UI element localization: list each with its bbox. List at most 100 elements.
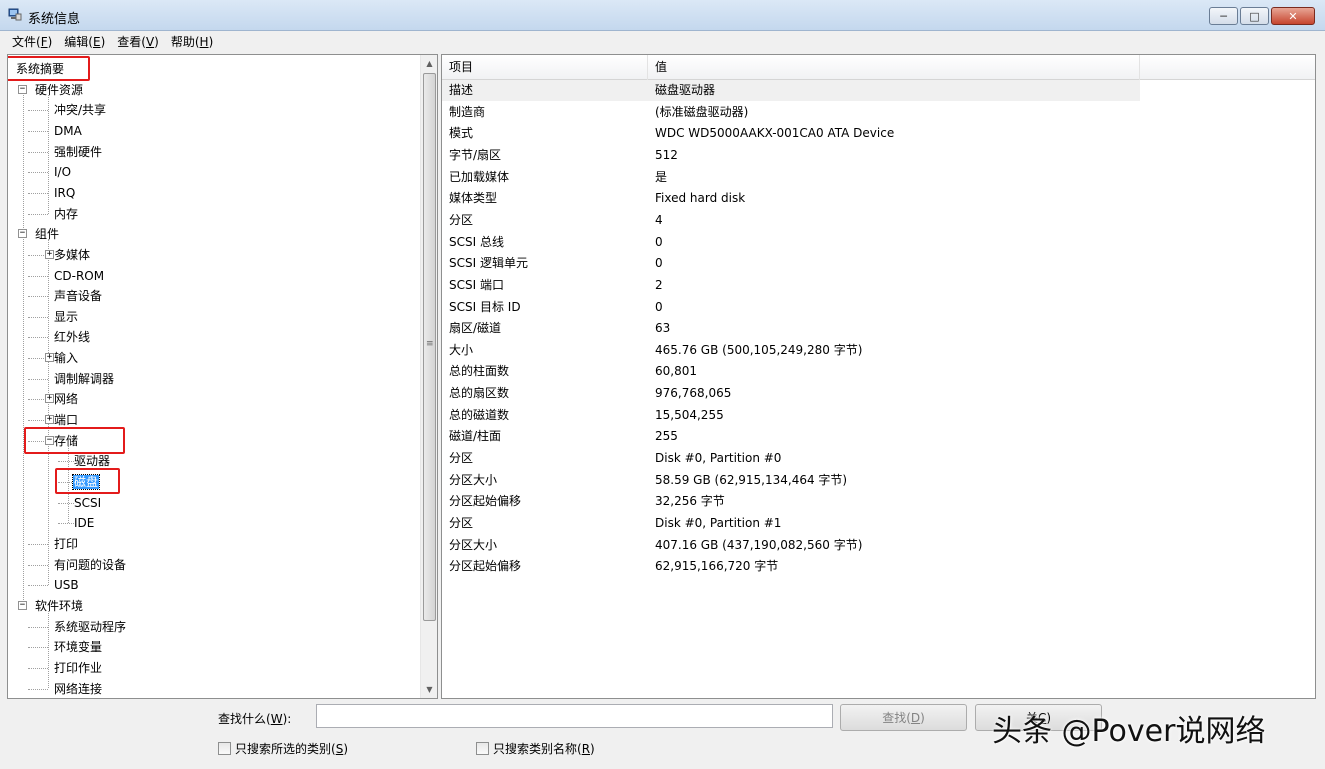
search-selected-category-checkbox[interactable] [218, 742, 231, 755]
list-row[interactable]: 总的磁道数 15,504,255 [442, 405, 1315, 426]
tree-item-7cfb7edf64588981[interactable]: 系统摘要 [15, 59, 65, 79]
tree-item-7ea259167ebf[interactable]: 红外线 [53, 327, 91, 347]
tree-connector [28, 585, 48, 587]
value-cell: 0 [655, 299, 663, 314]
list-row[interactable]: 字节/扇区 512 [442, 145, 1315, 166]
system-info-icon [8, 8, 22, 21]
column-header-item[interactable]: 项目 [442, 55, 648, 80]
search-selected-category-option[interactable]: 只搜索所选的类别(S) [218, 740, 348, 757]
tree-item-591a5a924f53[interactable]: 多媒体 [53, 245, 91, 265]
list-row[interactable]: 描述 磁盘驱动器 [442, 80, 1140, 101]
tree-connector [28, 667, 48, 669]
tree-item-494445[interactable]: IDE [73, 513, 95, 533]
list-row[interactable]: SCSI 端口 2 [442, 275, 1315, 296]
expand-icon[interactable]: + [45, 415, 54, 425]
tree-item-label: 输入 [54, 351, 79, 366]
list-row[interactable]: 分区起始偏移 62,915,166,720 字节 [442, 556, 1315, 577]
list-row[interactable]: 制造商 (标准磁盘驱动器) [442, 102, 1315, 123]
collapse-icon[interactable]: − [18, 229, 27, 239]
find-button[interactable]: 查找(D) [840, 704, 967, 731]
tree-connector [28, 130, 48, 132]
menu-edit[interactable]: 编辑(E) [58, 33, 111, 50]
tree-item-label: DMA [54, 123, 82, 138]
tree-item-7aef53e3[interactable]: 端口 [53, 410, 79, 430]
list-row[interactable]: 大小 465.76 GB (500,105,249,280 字节) [442, 340, 1315, 361]
list-row[interactable]: 分区 Disk #0, Partition #0 [442, 448, 1315, 469]
tree-item-label: 调制解调器 [54, 371, 115, 386]
tree-scrollbar[interactable]: ▲ ≡ ▼ [420, 55, 437, 698]
tree-item-8f6f4ef673af5883[interactable]: 软件环境 [34, 596, 84, 616]
tree-item-555342[interactable]: USB [53, 575, 80, 595]
item-cell: 分区大小 [449, 472, 498, 487]
details-list[interactable]: 项目 值 描述 磁盘驱动器 制造商 (标准磁盘驱动器) 模式 WDC WD5000AAKX… [441, 54, 1316, 699]
scroll-down-arrow-icon[interactable]: ▼ [421, 681, 437, 698]
minimize-button[interactable]: ─ [1209, 7, 1238, 25]
tree-item-51b27a812f51714eab[interactable]: 冲突/共享 [53, 100, 107, 120]
list-row[interactable]: SCSI 总线 0 [442, 232, 1315, 253]
list-row[interactable]: 媒体类型 Fixed hard disk [442, 188, 1315, 209]
value-cell: 32,256 字节 [655, 494, 725, 509]
tree-item-7f517edc8fde63a5[interactable]: 网络连接 [53, 679, 103, 699]
tree-item-7f517edc[interactable]: 网络 [53, 389, 79, 409]
search-category-names-checkbox[interactable] [476, 742, 489, 755]
tree-item-7ec44ef6[interactable]: 组件 [34, 224, 60, 244]
tree-item-444d41[interactable]: DMA [53, 121, 83, 141]
scroll-thumb[interactable]: ≡ [423, 73, 436, 621]
tree-item-7cfb7edf9a7152a87a0b5e8f[interactable]: 系统驱动程序 [53, 617, 127, 637]
column-header-value[interactable]: 值 [648, 55, 1140, 80]
tree-item-8f935165[interactable]: 输入 [53, 348, 79, 368]
menu-file[interactable]: 文件(F) [6, 33, 58, 50]
list-row[interactable]: 总的扇区数 976,768,065 [442, 383, 1315, 404]
list-row[interactable]: 分区大小 407.16 GB (437,190,082,560 字节) [442, 535, 1315, 556]
tree-item-58f097f38bbe5907[interactable]: 声音设备 [53, 286, 103, 306]
search-input[interactable] [316, 704, 833, 728]
list-row[interactable]: 分区起始偏移 32,256 字节 [442, 491, 1315, 512]
list-row[interactable]: 分区大小 58.59 GB (62,915,134,464 字节) [442, 470, 1315, 491]
tree-item-492f4f[interactable]: I/O [53, 162, 72, 182]
scroll-up-arrow-icon[interactable]: ▲ [421, 55, 437, 72]
tree-item-663e793a[interactable]: 显示 [53, 307, 79, 327]
client-area: 系统摘要 硬件资源 − 冲突/共享 DMA 强制硬件 I/O IRQ 内存 组件 − 多媒体 + CD-R… [0, 51, 1325, 769]
tree-item-5f3a5236786c4ef6[interactable]: 强制硬件 [53, 142, 103, 162]
maximize-button[interactable]: □ [1240, 7, 1269, 25]
list-row[interactable]: 模式 WDC WD5000AAKX-001CA0 ATA Device [442, 123, 1315, 144]
list-row[interactable]: 分区 4 [442, 210, 1315, 231]
tree-item-9a7152a85668[interactable]: 驱动器 [73, 451, 111, 471]
tree-item-670995ee989876848bbe5907[interactable]: 有问题的设备 [53, 555, 127, 575]
collapse-icon[interactable]: − [45, 435, 54, 445]
item-cell: 模式 [449, 126, 474, 141]
tree-item-495251[interactable]: IRQ [53, 183, 76, 203]
tree-connector [28, 192, 48, 194]
list-row[interactable]: SCSI 目标 ID 0 [442, 297, 1315, 318]
list-row[interactable]: 总的柱面数 60,801 [442, 361, 1315, 382]
tree-item-43442d524f4d[interactable]: CD-ROM [53, 266, 105, 286]
expand-icon[interactable]: + [45, 249, 54, 259]
tree-item-5b5850a8[interactable]: 存储 [53, 431, 79, 451]
search-category-names-option[interactable]: 只搜索类别名称(R) [476, 740, 595, 757]
menu-help[interactable]: 帮助(H) [165, 33, 219, 50]
menu-view[interactable]: 查看(V) [111, 33, 165, 50]
expand-icon[interactable]: + [45, 394, 54, 404]
tree-item-78c176d8[interactable]: 磁盘 [71, 472, 101, 492]
value-cell: 0 [655, 234, 663, 249]
expand-icon[interactable]: + [45, 353, 54, 363]
tree-item-53435349[interactable]: SCSI [73, 493, 102, 513]
tree-item-51855b58[interactable]: 内存 [53, 204, 79, 224]
tree-item-label: 组件 [35, 227, 60, 242]
tree-item-label: 环境变量 [54, 640, 103, 655]
tree-item-625353704f5c4e1a[interactable]: 打印作业 [53, 658, 103, 678]
collapse-icon[interactable]: − [18, 84, 27, 94]
category-tree[interactable]: 系统摘要 硬件资源 − 冲突/共享 DMA 强制硬件 I/O IRQ 内存 组件 − 多媒体 + CD-R… [7, 54, 438, 699]
tree-item-786c4ef68d446e90[interactable]: 硬件资源 [34, 80, 84, 100]
list-row[interactable]: 磁道/柱面 255 [442, 426, 1315, 447]
list-row[interactable]: 分区 Disk #0, Partition #1 [442, 513, 1315, 534]
collapse-icon[interactable]: − [18, 600, 27, 610]
tree-item-62535370[interactable]: 打印 [53, 534, 79, 554]
list-row[interactable]: 扇区/磁道 63 [442, 318, 1315, 339]
list-row[interactable]: SCSI 逻辑单元 0 [442, 253, 1315, 274]
tree-item-8c03523689e38c035668[interactable]: 调制解调器 [53, 369, 115, 389]
close-window-button[interactable]: ✕ [1271, 7, 1315, 25]
title-bar[interactable]: 系统信息 ─ □ ✕ [0, 0, 1325, 31]
list-row[interactable]: 已加载媒体 是 [442, 167, 1315, 188]
tree-item-73af588353d891cf[interactable]: 环境变量 [53, 637, 103, 657]
